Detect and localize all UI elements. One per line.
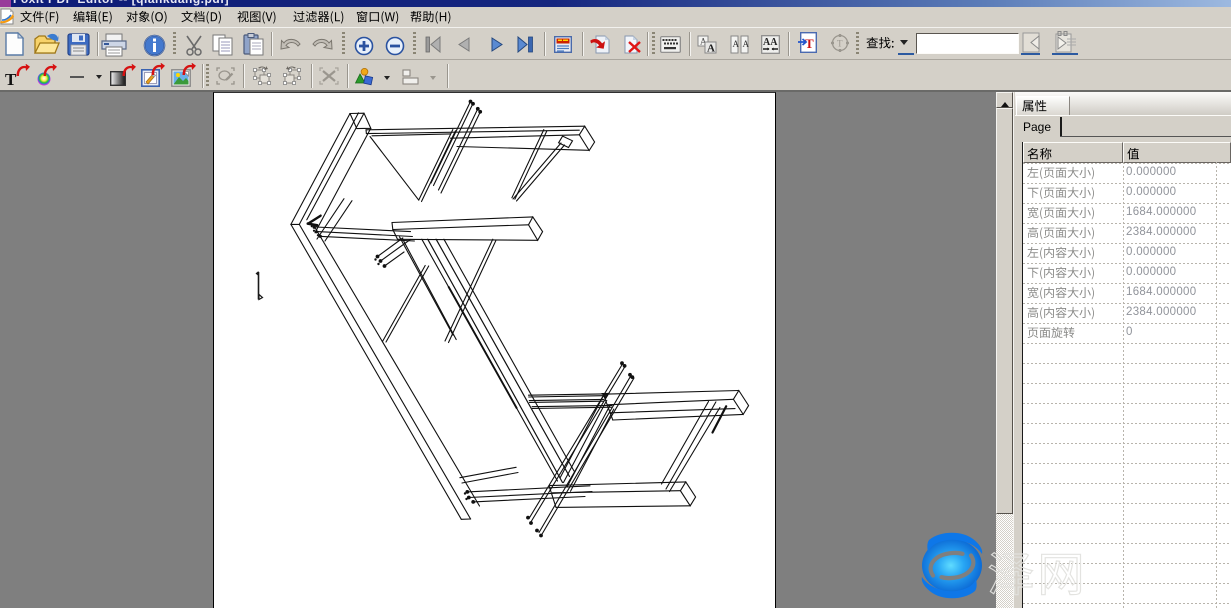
svg-text:A: A (733, 39, 740, 49)
svg-text:A: A (707, 43, 715, 55)
svg-text:AA: AA (763, 37, 778, 48)
svg-text:T: T (837, 39, 843, 49)
svg-text:A: A (743, 39, 750, 49)
svg-text:T: T (805, 36, 814, 51)
